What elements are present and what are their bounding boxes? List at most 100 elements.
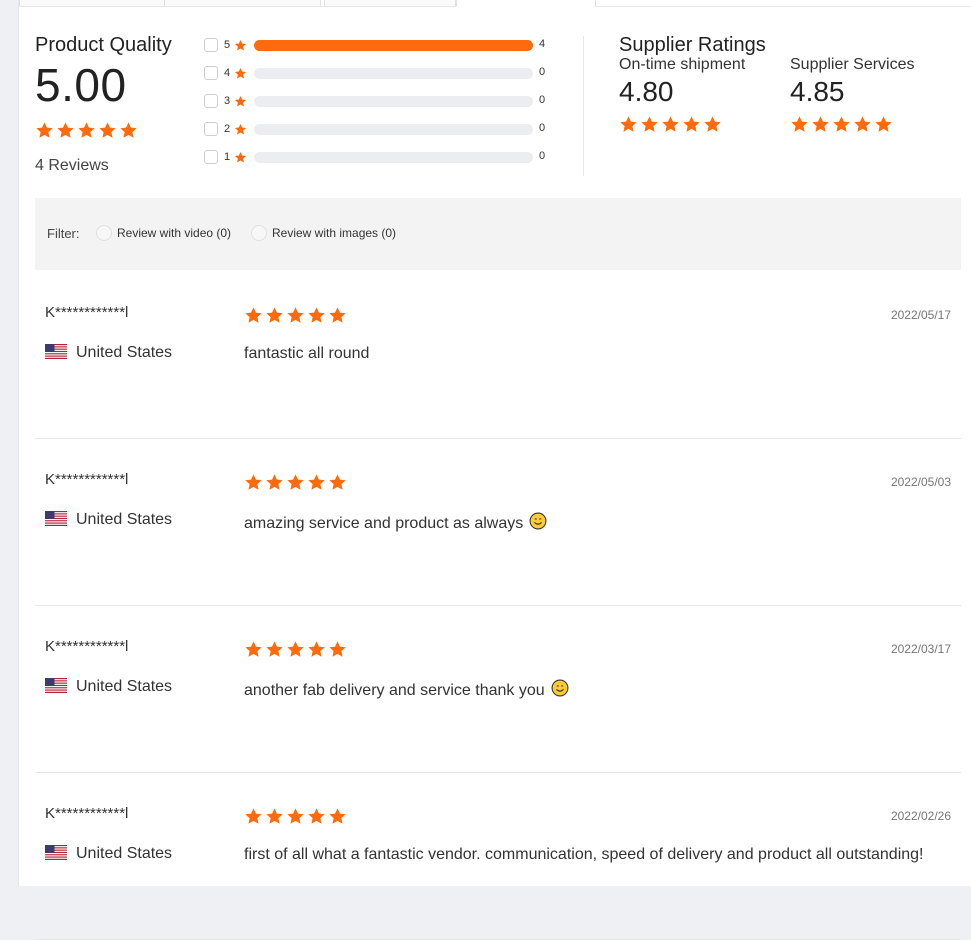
supplier-ratings-title: Supplier Ratings <box>619 34 766 56</box>
rating-filter-checkbox[interactable] <box>204 122 218 136</box>
rating-filter-checkbox[interactable] <box>204 38 218 52</box>
supplier-services-stars <box>790 115 893 134</box>
rating-row-5: 54 <box>204 37 564 53</box>
star-icon <box>266 474 283 490</box>
video-filter-radio[interactable] <box>96 225 112 241</box>
reviewer-name: K************l <box>45 471 129 488</box>
rating-row-star-count: 4 <box>224 67 231 79</box>
reviewer-country: United States <box>76 344 173 361</box>
ontime-shipment-score: 4.80 <box>619 76 674 107</box>
star-icon <box>234 39 247 50</box>
star-icon <box>234 123 247 134</box>
star-icon <box>287 307 304 323</box>
reviews-panel: Product Quality 5.00 4 Reviews 544030201… <box>18 0 971 940</box>
rating-row-3: 30 <box>204 93 564 109</box>
star-icon <box>329 474 346 490</box>
star-icon <box>308 307 325 323</box>
star-icon <box>245 307 262 323</box>
supplier-services-score: 4.85 <box>790 76 845 107</box>
rating-bar-track <box>254 96 533 107</box>
filter-bar: Filter: Review with video (0) Review wit… <box>35 198 961 270</box>
rating-bar-track <box>254 68 533 79</box>
product-quality-stars <box>35 121 138 140</box>
star-icon <box>245 808 262 824</box>
ontime-shipment-label: On-time shipment <box>619 56 746 73</box>
tab-strip <box>19 0 971 7</box>
video-filter-label[interactable]: Review with video (0) <box>117 226 231 240</box>
review-text-content: first of all what a fantastic vendor. co… <box>244 846 924 863</box>
star-icon <box>234 67 247 78</box>
star-icon <box>234 95 247 106</box>
star-icon <box>791 116 808 132</box>
star-icon <box>620 116 637 132</box>
rating-bar-fill <box>254 40 533 51</box>
review-text-content: amazing service and product as always <box>244 514 524 532</box>
star-icon <box>329 641 346 657</box>
review-stars <box>244 306 347 325</box>
images-filter-label[interactable]: Review with images (0) <box>272 226 396 240</box>
tab-2[interactable] <box>164 0 321 6</box>
star-icon <box>854 116 871 132</box>
product-quality-score: 5.00 <box>35 59 127 111</box>
us-flag-icon <box>45 845 67 860</box>
reviewer-country: United States <box>76 678 173 695</box>
rating-filter-checkbox[interactable] <box>204 94 218 108</box>
filter-label: Filter: <box>47 226 80 241</box>
rating-bar-track <box>254 152 533 163</box>
rating-row-star-count: 1 <box>224 151 231 163</box>
star-icon <box>99 122 116 138</box>
supplier-services-label: Supplier Services <box>790 56 915 73</box>
review-item: K************l United States first of all … <box>35 773 961 940</box>
ontime-shipment-stars <box>619 115 722 134</box>
star-icon <box>308 808 325 824</box>
star-icon <box>287 474 304 490</box>
reviewer-name: K************l <box>45 638 129 655</box>
review-text: first of all what a fantastic vendor. co… <box>244 846 924 864</box>
review-date: 2022/02/26 <box>890 809 951 823</box>
star-icon <box>641 116 658 132</box>
star-icon <box>266 808 283 824</box>
rating-row-count: 0 <box>539 94 546 106</box>
review-item: K************l United States amazing servi… <box>35 439 961 606</box>
rating-row-count: 4 <box>539 38 546 50</box>
star-icon <box>875 116 892 132</box>
star-icon <box>308 641 325 657</box>
review-date: 2022/05/03 <box>890 475 951 489</box>
review-stars <box>244 473 347 492</box>
rating-row-4: 40 <box>204 65 564 81</box>
rating-row-count: 0 <box>539 150 546 162</box>
tab-reviews[interactable] <box>456 0 596 7</box>
star-icon <box>287 808 304 824</box>
tab-3[interactable] <box>324 0 456 6</box>
tab-1[interactable] <box>19 0 166 6</box>
rating-row-2: 20 <box>204 121 564 137</box>
smile-emoji-icon <box>529 512 547 535</box>
us-flag-icon <box>45 678 67 693</box>
star-icon <box>78 122 95 138</box>
us-flag-icon <box>45 511 67 526</box>
images-filter-radio[interactable] <box>251 225 267 241</box>
review-date: 2022/05/17 <box>890 308 951 322</box>
star-icon <box>662 116 679 132</box>
star-icon <box>266 307 283 323</box>
star-icon <box>120 122 137 138</box>
rating-row-1: 10 <box>204 149 564 165</box>
rating-row-count: 0 <box>539 122 546 134</box>
star-icon <box>329 808 346 824</box>
us-flag-icon <box>45 344 67 359</box>
star-icon <box>266 641 283 657</box>
reviewer-name: K************l <box>45 304 129 321</box>
review-text-content: another fab delivery and service thank y… <box>244 681 545 699</box>
smile-emoji-icon <box>551 679 569 702</box>
reviewer-country: United States <box>76 845 173 862</box>
star-icon <box>812 116 829 132</box>
rating-bar-track <box>254 124 533 135</box>
review-text: amazing service and product as always <box>244 512 547 535</box>
star-icon <box>833 116 850 132</box>
rating-filter-checkbox[interactable] <box>204 150 218 164</box>
divider <box>583 36 584 176</box>
rating-filter-checkbox[interactable] <box>204 66 218 80</box>
reviews-count: 4 Reviews <box>35 157 109 174</box>
rating-row-star-count: 5 <box>224 39 231 51</box>
star-icon <box>704 116 721 132</box>
